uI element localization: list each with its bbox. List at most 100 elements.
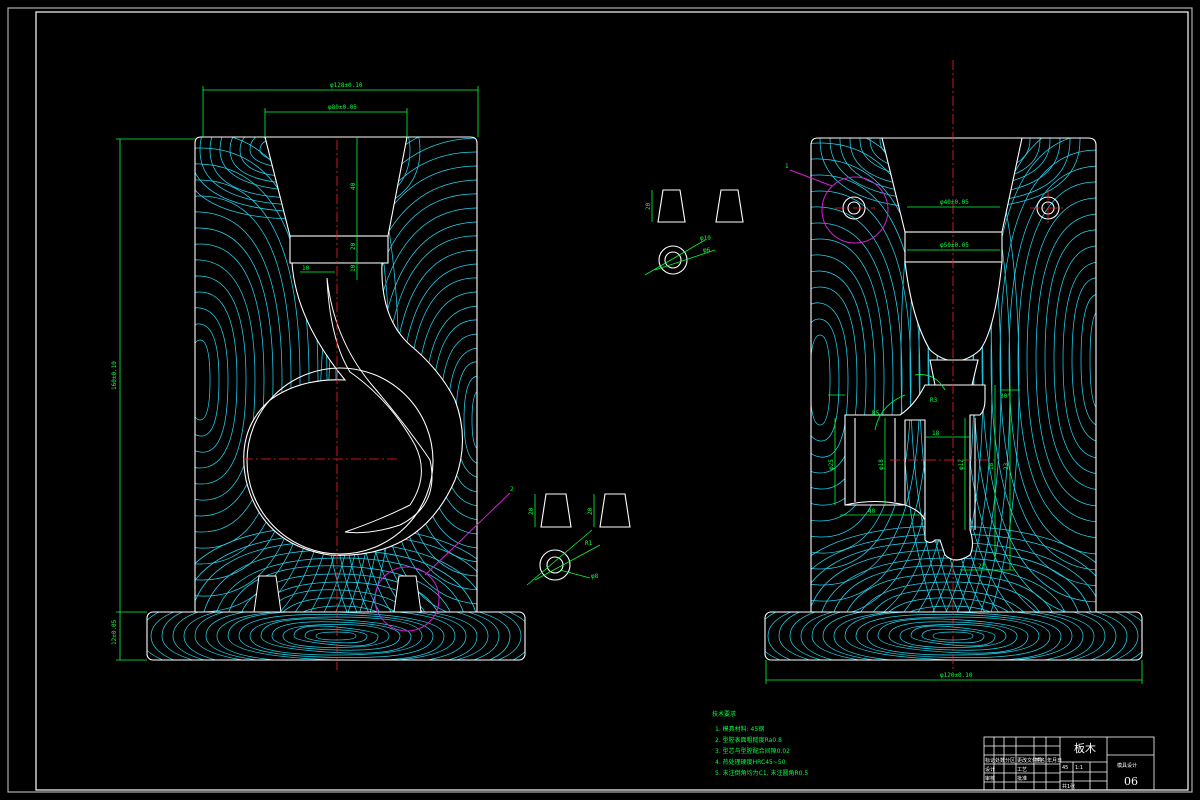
dim-neck-h: 20: [350, 242, 357, 250]
dim-base: 12±0.05: [111, 619, 118, 645]
pin-right: [393, 575, 422, 613]
dim-core-r2: R3: [930, 397, 938, 404]
leader-number-1: 1: [785, 163, 789, 170]
detail-dim-d: 20: [587, 507, 594, 515]
dim-core-b: φ18: [878, 459, 885, 470]
grain-line: [463, 375, 477, 465]
grain-line: [1026, 197, 1096, 523]
right-view: 1 φ40±0.05 φ50±0.05 φ120±0.10 φ25 φ18 φ1…: [764, 60, 1143, 684]
detail-lower: 20 20 R1 φ8: [526, 493, 631, 586]
grain-line: [811, 174, 921, 586]
grain-line: [195, 259, 256, 501]
grain-line: [811, 318, 840, 442]
tb-role-1: 审核: [985, 775, 995, 782]
grain-line: [455, 361, 477, 479]
detail-ring-a: φ10: [700, 235, 711, 242]
tb-role-0: 设计: [985, 766, 995, 773]
detail-cone-d: [599, 493, 631, 528]
note-3: 3. 型芯与型腔配合间隙0.02: [715, 747, 790, 755]
company: 模具设计: [1117, 762, 1137, 769]
grain-line: [205, 612, 467, 660]
dim-height: 160±0.10: [111, 361, 118, 390]
grain-line: [195, 323, 220, 437]
detail-dim-c: 20: [528, 507, 535, 515]
part-name: 板木: [1074, 741, 1096, 755]
note-1: 1. 模具材料: 45钢: [715, 725, 764, 733]
grain-line: [195, 275, 247, 485]
note-4: 4. 热处理硬度HRC45~50: [715, 758, 786, 766]
tb-material: 45: [1062, 765, 1068, 771]
grain-line: [271, 621, 401, 651]
grain-line: [238, 613, 434, 659]
dim-core-a: φ25: [828, 459, 835, 470]
funnel-neck: [289, 235, 389, 264]
detail-ring2-outer: [539, 549, 571, 581]
grain-line: [1062, 261, 1096, 459]
grain-line: [1071, 277, 1096, 443]
wood-grain-left-base: [147, 612, 525, 660]
grain-line: [811, 302, 849, 458]
tb-role-2: 工艺: [1017, 767, 1027, 773]
tb-row-4: 签名: [1035, 757, 1045, 764]
grain-line: [1035, 213, 1096, 507]
grain-line: [161, 612, 511, 660]
sheet-border: [7, 7, 1193, 793]
detail-cone-a: [657, 189, 686, 223]
grain-line: [811, 158, 930, 602]
dim-core-d: 18: [988, 462, 995, 470]
right-funnel-cavity: [881, 137, 1023, 233]
pin-left: [253, 575, 282, 613]
tb-row-2: 分区: [1005, 757, 1015, 764]
grain-line: [147, 612, 525, 660]
detail-upper: 20 φ10 φ6: [644, 189, 744, 276]
technical-notes: 技术要求 1. 模具材料: 45钢 2. 型腔表面粗糙度Ra0.8 3. 型芯与…: [712, 710, 808, 777]
grain-line: [1080, 293, 1096, 427]
tb-sheet: 共1张: [1062, 783, 1075, 790]
tb-scale: 1:1: [1075, 765, 1083, 771]
note-2: 2. 型腔表面粗糙度Ra0.8: [715, 736, 782, 744]
detail-ring2-a: R1: [585, 540, 593, 547]
dim-right-width: φ120±0.10: [940, 672, 973, 679]
tb-row-1: 处数: [995, 757, 1005, 764]
drawing-no: 06: [1124, 775, 1138, 788]
grain-line: [260, 618, 412, 654]
dim-core-ang: 30°: [1000, 393, 1011, 400]
detail-ring2-b: φ8: [591, 573, 599, 580]
grain-line: [304, 628, 368, 644]
dim-inner-width: φ80±0.05: [328, 104, 357, 111]
detail-cone-c: [540, 493, 572, 528]
detail-circle-right: [821, 176, 889, 244]
grain-line: [1017, 181, 1096, 539]
grain-line: [811, 334, 831, 426]
grain-line: [1053, 245, 1096, 475]
detail-ring2-leader-a: [526, 529, 593, 586]
grain-line: [150, 612, 522, 660]
grain-line: [216, 612, 456, 660]
detail-ring2-inner: [546, 556, 564, 574]
dim-small: 10: [302, 265, 310, 272]
tb-role-3: 批准: [1017, 775, 1027, 782]
dim-core-r1: R5: [872, 410, 880, 417]
dim-core-c: φ12: [958, 459, 965, 470]
detail-ring-b: φ6: [703, 247, 711, 254]
dim-core-g: 40: [868, 508, 876, 515]
tb-row-0: 标记: [985, 757, 995, 764]
note-5: 5. 未注倒角均为C1, 未注圆角R0.5: [715, 769, 808, 777]
grain-line: [471, 389, 477, 451]
detail-cone-b: [715, 189, 744, 223]
grain-line: [293, 625, 379, 647]
grain-line: [999, 149, 1096, 571]
dim-core-e: 23: [1003, 462, 1010, 470]
leader-number-2: 2: [510, 486, 514, 493]
dim-upper-small: φ40±0.05: [940, 199, 969, 206]
grain-line: [195, 291, 238, 469]
grain-line: [1044, 229, 1096, 491]
cad-drawing: φ128±0.10 φ80±0.05 160±0.10 12±0.05 40 2…: [7, 7, 1193, 793]
dim-core-h: 23: [978, 563, 986, 570]
funnel-cavity: [264, 136, 408, 237]
grain-line: [227, 612, 445, 660]
grain-line: [282, 624, 390, 648]
dim-top-width: φ128±0.10: [330, 82, 363, 89]
tb-row-5: 年月日: [1047, 757, 1062, 764]
left-view: φ128±0.10 φ80±0.05 160±0.10 12±0.05 40 2…: [111, 82, 526, 670]
